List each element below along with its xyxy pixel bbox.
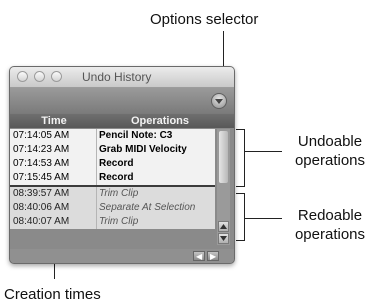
operation-name: Pencil Note: C3 [99,130,173,141]
scroll-left-button[interactable]: ◀ [193,251,205,261]
scroll-up-button[interactable] [218,221,229,232]
column-separator [96,143,97,157]
arrow-up-icon [220,224,227,229]
creation-time: 07:14:05 AM [13,130,70,141]
scroll-thumb[interactable] [219,131,228,183]
arrow-down-icon [220,236,227,241]
column-separator [96,187,97,201]
undoable-bracket-top [236,129,245,130]
operation-name: Separate At Selection [99,202,196,213]
arrow-left-icon: ◀ [196,252,203,261]
horizontal-scrollbar[interactable]: ◀ ▶ [10,249,234,263]
window-title: Undo History [82,70,152,84]
undoable-callout-line2: operations [294,152,366,169]
undoable-bracket-bottom [236,186,245,187]
undoable-callout-line1: Undoable [297,133,363,150]
options-selector-button[interactable] [211,93,227,109]
undoable-bracket-horizontal [244,151,282,152]
redoable-bracket-top [236,193,245,194]
column-separator [96,129,97,143]
operation-name: Trim Clip [99,216,139,227]
operations-column-header[interactable]: Operations [100,115,220,127]
operation-name: Trim Clip [99,188,139,199]
creation-time: 08:40:07 AM [13,216,70,227]
operation-name: Record [99,158,134,169]
creation-time: 07:14:23 AM [13,144,70,155]
scroll-right-button[interactable]: ▶ [207,251,219,261]
redoable-row[interactable]: 08:40:07 AM Trim Clip [10,215,215,229]
scroll-down-button[interactable] [218,233,229,244]
redoable-callout: Redoable operations [282,206,378,244]
redoable-bracket-bottom [236,240,245,241]
undoable-bracket-vertical [244,129,245,187]
column-separator [96,215,97,229]
undoable-callout: Undoable operations [282,132,378,170]
toolbar [10,88,234,114]
creation-time: 08:39:57 AM [13,188,70,199]
redoable-callout-line2: operations [294,226,366,243]
undoable-row[interactable]: 07:14:05 AM Pencil Note: C3 [10,129,215,143]
arrow-right-icon: ▶ [210,252,217,261]
vertical-scrollbar[interactable] [217,129,230,245]
redoable-bracket-vertical [244,193,245,241]
creation-times-callout: Creation times [4,286,101,303]
redoable-bracket-horizontal [244,218,282,219]
column-separator [96,157,97,171]
close-window-button[interactable] [17,71,28,82]
redoable-callout-line1: Redoable [297,207,363,224]
redoable-row[interactable]: 08:40:06 AM Separate At Selection [10,201,215,215]
history-list: 07:14:05 AM Pencil Note: C3 07:14:23 AM … [10,129,215,229]
undoable-row[interactable]: 07:14:23 AM Grab MIDI Velocity [10,143,215,157]
title-bar[interactable]: Undo History [10,67,234,88]
undo-history-window: Undo History Time Operations 07:14:05 AM… [9,66,235,264]
zoom-window-button[interactable] [51,71,62,82]
undoable-row[interactable]: 07:15:45 AM Record [10,171,215,185]
column-separator [96,171,97,185]
creation-time: 08:40:06 AM [13,202,70,213]
redoable-row[interactable]: 08:39:57 AM Trim Clip [10,187,215,201]
creation-time: 07:15:45 AM [13,172,70,183]
minimize-window-button[interactable] [34,71,45,82]
creation-time: 07:14:53 AM [13,158,70,169]
undoable-row[interactable]: 07:14:53 AM Record [10,157,215,171]
options-selector-callout: Options selector [150,11,259,28]
column-separator [96,201,97,215]
operation-name: Grab MIDI Velocity [99,144,187,155]
time-column-header[interactable]: Time [10,115,98,127]
operation-name: Record [99,172,134,183]
column-header: Time Operations [10,114,234,128]
